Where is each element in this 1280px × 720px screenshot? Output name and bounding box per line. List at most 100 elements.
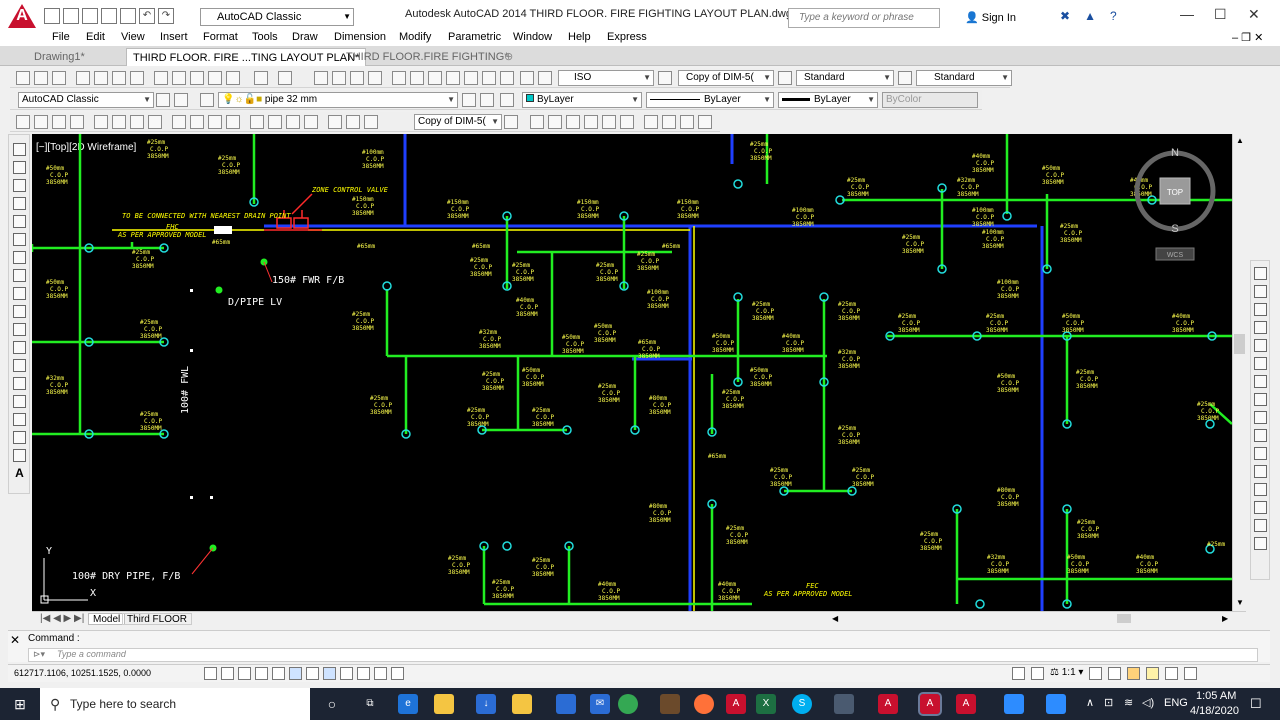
copy-object-icon[interactable] xyxy=(548,115,562,129)
lock-ui-icon[interactable] xyxy=(1127,667,1141,680)
drawing-canvas[interactable]: [−][Top][2D Wireframe] #25mm C.O.P 3850M… xyxy=(32,134,1232,611)
menu-draw[interactable]: Draw xyxy=(292,31,318,43)
exchange-icon[interactable]: ✖ xyxy=(1060,9,1070,23)
continue-dim-icon[interactable] xyxy=(208,115,222,129)
make-block-icon[interactable] xyxy=(13,359,26,372)
dim-style-manager-icon[interactable] xyxy=(504,115,518,129)
aligned-dim-icon[interactable] xyxy=(34,115,48,129)
ortho-icon[interactable] xyxy=(255,667,268,680)
offset-icon[interactable] xyxy=(584,115,598,129)
menu-tools[interactable]: Tools xyxy=(252,31,278,43)
open-icon[interactable] xyxy=(34,71,48,85)
diameter-dim-icon[interactable] xyxy=(130,115,144,129)
ellipse-arc-icon[interactable] xyxy=(13,323,26,336)
dyn-icon[interactable] xyxy=(357,667,370,680)
jogged-dim-icon[interactable] xyxy=(112,115,126,129)
vertical-scroll-thumb[interactable] xyxy=(1234,334,1245,354)
language-indicator[interactable]: ENG xyxy=(1164,697,1188,709)
tab-model[interactable]: Model xyxy=(88,613,126,625)
construction-line-icon[interactable] xyxy=(13,161,26,174)
media-icon[interactable] xyxy=(660,694,680,714)
excel-icon[interactable]: X xyxy=(756,694,776,714)
viewcube[interactable]: N S TOP WCS xyxy=(1134,147,1216,261)
jogged-linear-icon[interactable] xyxy=(304,115,318,129)
dim-update-icon[interactable] xyxy=(364,115,378,129)
tray-overflow-icon[interactable]: ∧ xyxy=(1086,696,1094,709)
doc-window-controls[interactable]: – ❐ ✕ xyxy=(1232,31,1263,44)
chamfer-icon[interactable] xyxy=(1254,501,1267,514)
hatch-icon[interactable] xyxy=(13,395,26,408)
insert-block-icon[interactable] xyxy=(13,341,26,354)
plot-icon[interactable] xyxy=(76,71,90,85)
rotate-tool-icon[interactable] xyxy=(1254,375,1267,388)
customize-icon[interactable] xyxy=(174,93,188,107)
viewport-label[interactable]: [−][Top][2D Wireframe] xyxy=(36,142,137,153)
move-icon[interactable] xyxy=(530,115,544,129)
command-history-icon[interactable]: ⊳▾ xyxy=(33,649,45,660)
command-input[interactable]: ⊳▾ Type a command xyxy=(28,648,1258,662)
3d-osnap-icon[interactable] xyxy=(306,667,319,680)
workspace-select[interactable]: AutoCAD Classic ▼ xyxy=(18,92,154,108)
ordinate-dim-icon[interactable] xyxy=(70,115,84,129)
network-icon[interactable]: ⊡ xyxy=(1104,696,1113,709)
clock-time[interactable]: 1:05 AM xyxy=(1196,690,1236,702)
text-style-select[interactable]: ISO ▼ xyxy=(558,70,654,86)
network-app-icon[interactable] xyxy=(834,694,854,714)
open-icon[interactable] xyxy=(63,8,79,24)
help-icon[interactable] xyxy=(520,71,534,85)
mail-icon[interactable]: ✉ xyxy=(590,694,610,714)
undo-icon[interactable] xyxy=(254,71,268,85)
grid-icon[interactable] xyxy=(238,667,251,680)
extend-tool-icon[interactable] xyxy=(1254,447,1267,460)
task-view-icon[interactable]: ⧉ xyxy=(360,694,380,714)
clock-date[interactable]: 4/18/2020 xyxy=(1190,705,1239,717)
osnap-icon[interactable] xyxy=(289,667,302,680)
autocad-3-icon[interactable]: A xyxy=(956,694,976,714)
tab-third-floor[interactable]: Third FLOOR xyxy=(122,613,193,625)
gradient-icon[interactable] xyxy=(13,413,26,426)
scroll-left-icon[interactable]: ◀ xyxy=(832,614,838,623)
publish-icon[interactable] xyxy=(112,71,126,85)
properties-icon[interactable] xyxy=(392,71,406,85)
horizontal-scroll-thumb[interactable] xyxy=(1117,614,1131,623)
point-icon[interactable] xyxy=(13,377,26,390)
break-icon[interactable] xyxy=(1254,465,1267,478)
polygon-icon[interactable] xyxy=(13,197,26,210)
calculator-icon[interactable] xyxy=(500,71,514,85)
annotation-visibility-icon[interactable] xyxy=(1089,667,1103,680)
close-icon[interactable]: ✕ xyxy=(10,633,20,647)
3d-dwf-icon[interactable] xyxy=(130,71,144,85)
notifications-icon[interactable]: ☐ xyxy=(1250,696,1262,712)
array-tool-icon[interactable] xyxy=(1254,339,1267,352)
store-icon[interactable] xyxy=(556,694,576,714)
markup-icon[interactable] xyxy=(464,71,478,85)
rectangle-icon[interactable] xyxy=(13,215,26,228)
menu-file[interactable]: File xyxy=(52,31,70,43)
match-properties-icon[interactable] xyxy=(208,71,222,85)
clean-screen-icon[interactable] xyxy=(1184,667,1198,680)
dim-style-select[interactable]: Copy of DIM-5(▼ xyxy=(678,70,774,86)
infer-constraints-icon[interactable] xyxy=(204,667,217,680)
help-search-input[interactable]: Type a keyword or phrase xyxy=(788,8,940,28)
print-icon[interactable] xyxy=(120,8,136,24)
radius-dim-icon[interactable] xyxy=(94,115,108,129)
new-tab-icon[interactable]: ⊕ xyxy=(498,48,519,66)
mirror-icon[interactable] xyxy=(566,115,580,129)
annotation-scale[interactable]: ⚖ 1:1 ▾ xyxy=(1050,667,1083,680)
tolerance-icon[interactable] xyxy=(250,115,264,129)
sign-in-button[interactable]: 👤 Sign In xyxy=(965,11,1016,24)
new-icon[interactable] xyxy=(44,8,60,24)
taskbar-search-box[interactable]: ⚲ Type here to search xyxy=(40,688,310,720)
file-tab-drawing1[interactable]: Drawing1* xyxy=(28,48,91,66)
scroll-right-icon[interactable]: ▶ xyxy=(1222,614,1228,623)
layer-properties-icon[interactable] xyxy=(200,93,214,107)
dim-text-edit-icon[interactable] xyxy=(346,115,360,129)
workspace-switch-icon[interactable] xyxy=(1108,667,1122,680)
viewcube-top[interactable]: TOP xyxy=(1167,188,1183,197)
new-icon[interactable] xyxy=(16,71,30,85)
connect-icon[interactable]: ▲ xyxy=(1084,9,1096,23)
fhc-cabinet-icon[interactable] xyxy=(214,226,232,234)
volume-icon[interactable]: ◁) xyxy=(1142,696,1154,709)
layout-nav-icons[interactable]: |◀ ◀ ▶ ▶| xyxy=(36,613,88,625)
ellipse-icon[interactable] xyxy=(13,305,26,318)
